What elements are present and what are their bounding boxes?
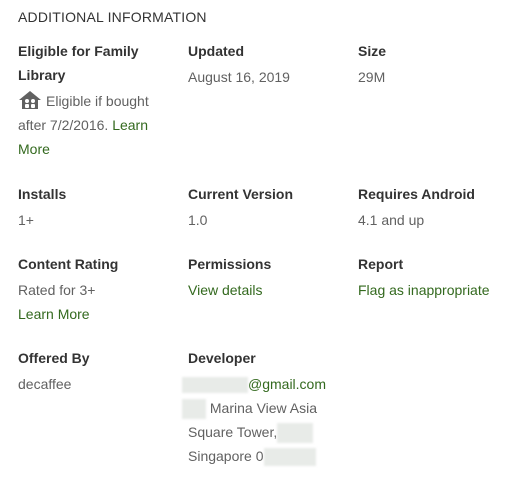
redacted-block (182, 399, 206, 420)
redacted-block (277, 423, 314, 444)
developer-address-line3: Singapore 0 (188, 448, 264, 464)
family-library-label: Eligible for Family Library (18, 43, 139, 83)
updated-block: Updated August 16, 2019 (188, 39, 348, 89)
size-label: Size (358, 43, 387, 59)
installs-value: 1+ (18, 212, 34, 228)
content-rating-label: Content Rating (18, 256, 119, 272)
family-library-text: Eligible if bought after 7/2/2016. Learn… (18, 89, 178, 161)
requires-android-label: Requires Android (358, 186, 475, 202)
offered-by-value: decaffee (18, 376, 72, 392)
size-value: 29M (358, 69, 386, 85)
family-library-learn-more-link[interactable]: Learn (112, 117, 148, 133)
developer-block: Developer @gmail.com Marina View Asia Sq… (182, 346, 358, 468)
report-label: Report (358, 256, 404, 272)
current-version-block: Current Version 1.0 (188, 182, 348, 232)
section-title: ADDITIONAL INFORMATION (18, 9, 207, 25)
offered-by-label: Offered By (18, 350, 90, 366)
developer-label: Developer (188, 350, 256, 366)
offered-by-block: Offered By decaffee (18, 346, 178, 396)
report-block: Report Flag as inappropriate (358, 252, 528, 302)
family-library-learn-more-link-cont[interactable]: More (18, 141, 50, 157)
installs-label: Installs (18, 186, 67, 202)
updated-label: Updated (188, 43, 244, 59)
installs-block: Installs 1+ (18, 182, 178, 232)
permissions-label: Permissions (188, 256, 272, 272)
content-rating-value: Rated for 3+ Learn More (18, 278, 178, 326)
redacted-block (263, 448, 316, 467)
requires-android-value: 4.1 and up (358, 212, 425, 228)
family-library-block: Eligible for Family Library Eligible if … (18, 39, 178, 161)
view-details-link[interactable]: View details (188, 282, 262, 298)
current-version-label: Current Version (188, 186, 294, 202)
flag-inappropriate-link[interactable]: Flag as inappropriate (358, 282, 490, 298)
requires-android-block: Requires Android 4.1 and up (358, 182, 518, 232)
size-block: Size 29M (358, 39, 518, 89)
content-rating-learn-more-link[interactable]: Learn More (18, 302, 178, 326)
developer-email-link[interactable]: @gmail.com (248, 376, 326, 392)
developer-address-line2: Square Tower, (188, 424, 278, 440)
current-version-value: 1.0 (188, 212, 208, 228)
permissions-block: Permissions View details (188, 252, 348, 302)
content-rating-block: Content Rating Rated for 3+ Learn More (18, 252, 178, 326)
redacted-block (182, 377, 248, 394)
family-house-icon (18, 90, 42, 110)
updated-value: August 16, 2019 (188, 69, 290, 85)
developer-address-line1: Marina View Asia (209, 400, 318, 416)
